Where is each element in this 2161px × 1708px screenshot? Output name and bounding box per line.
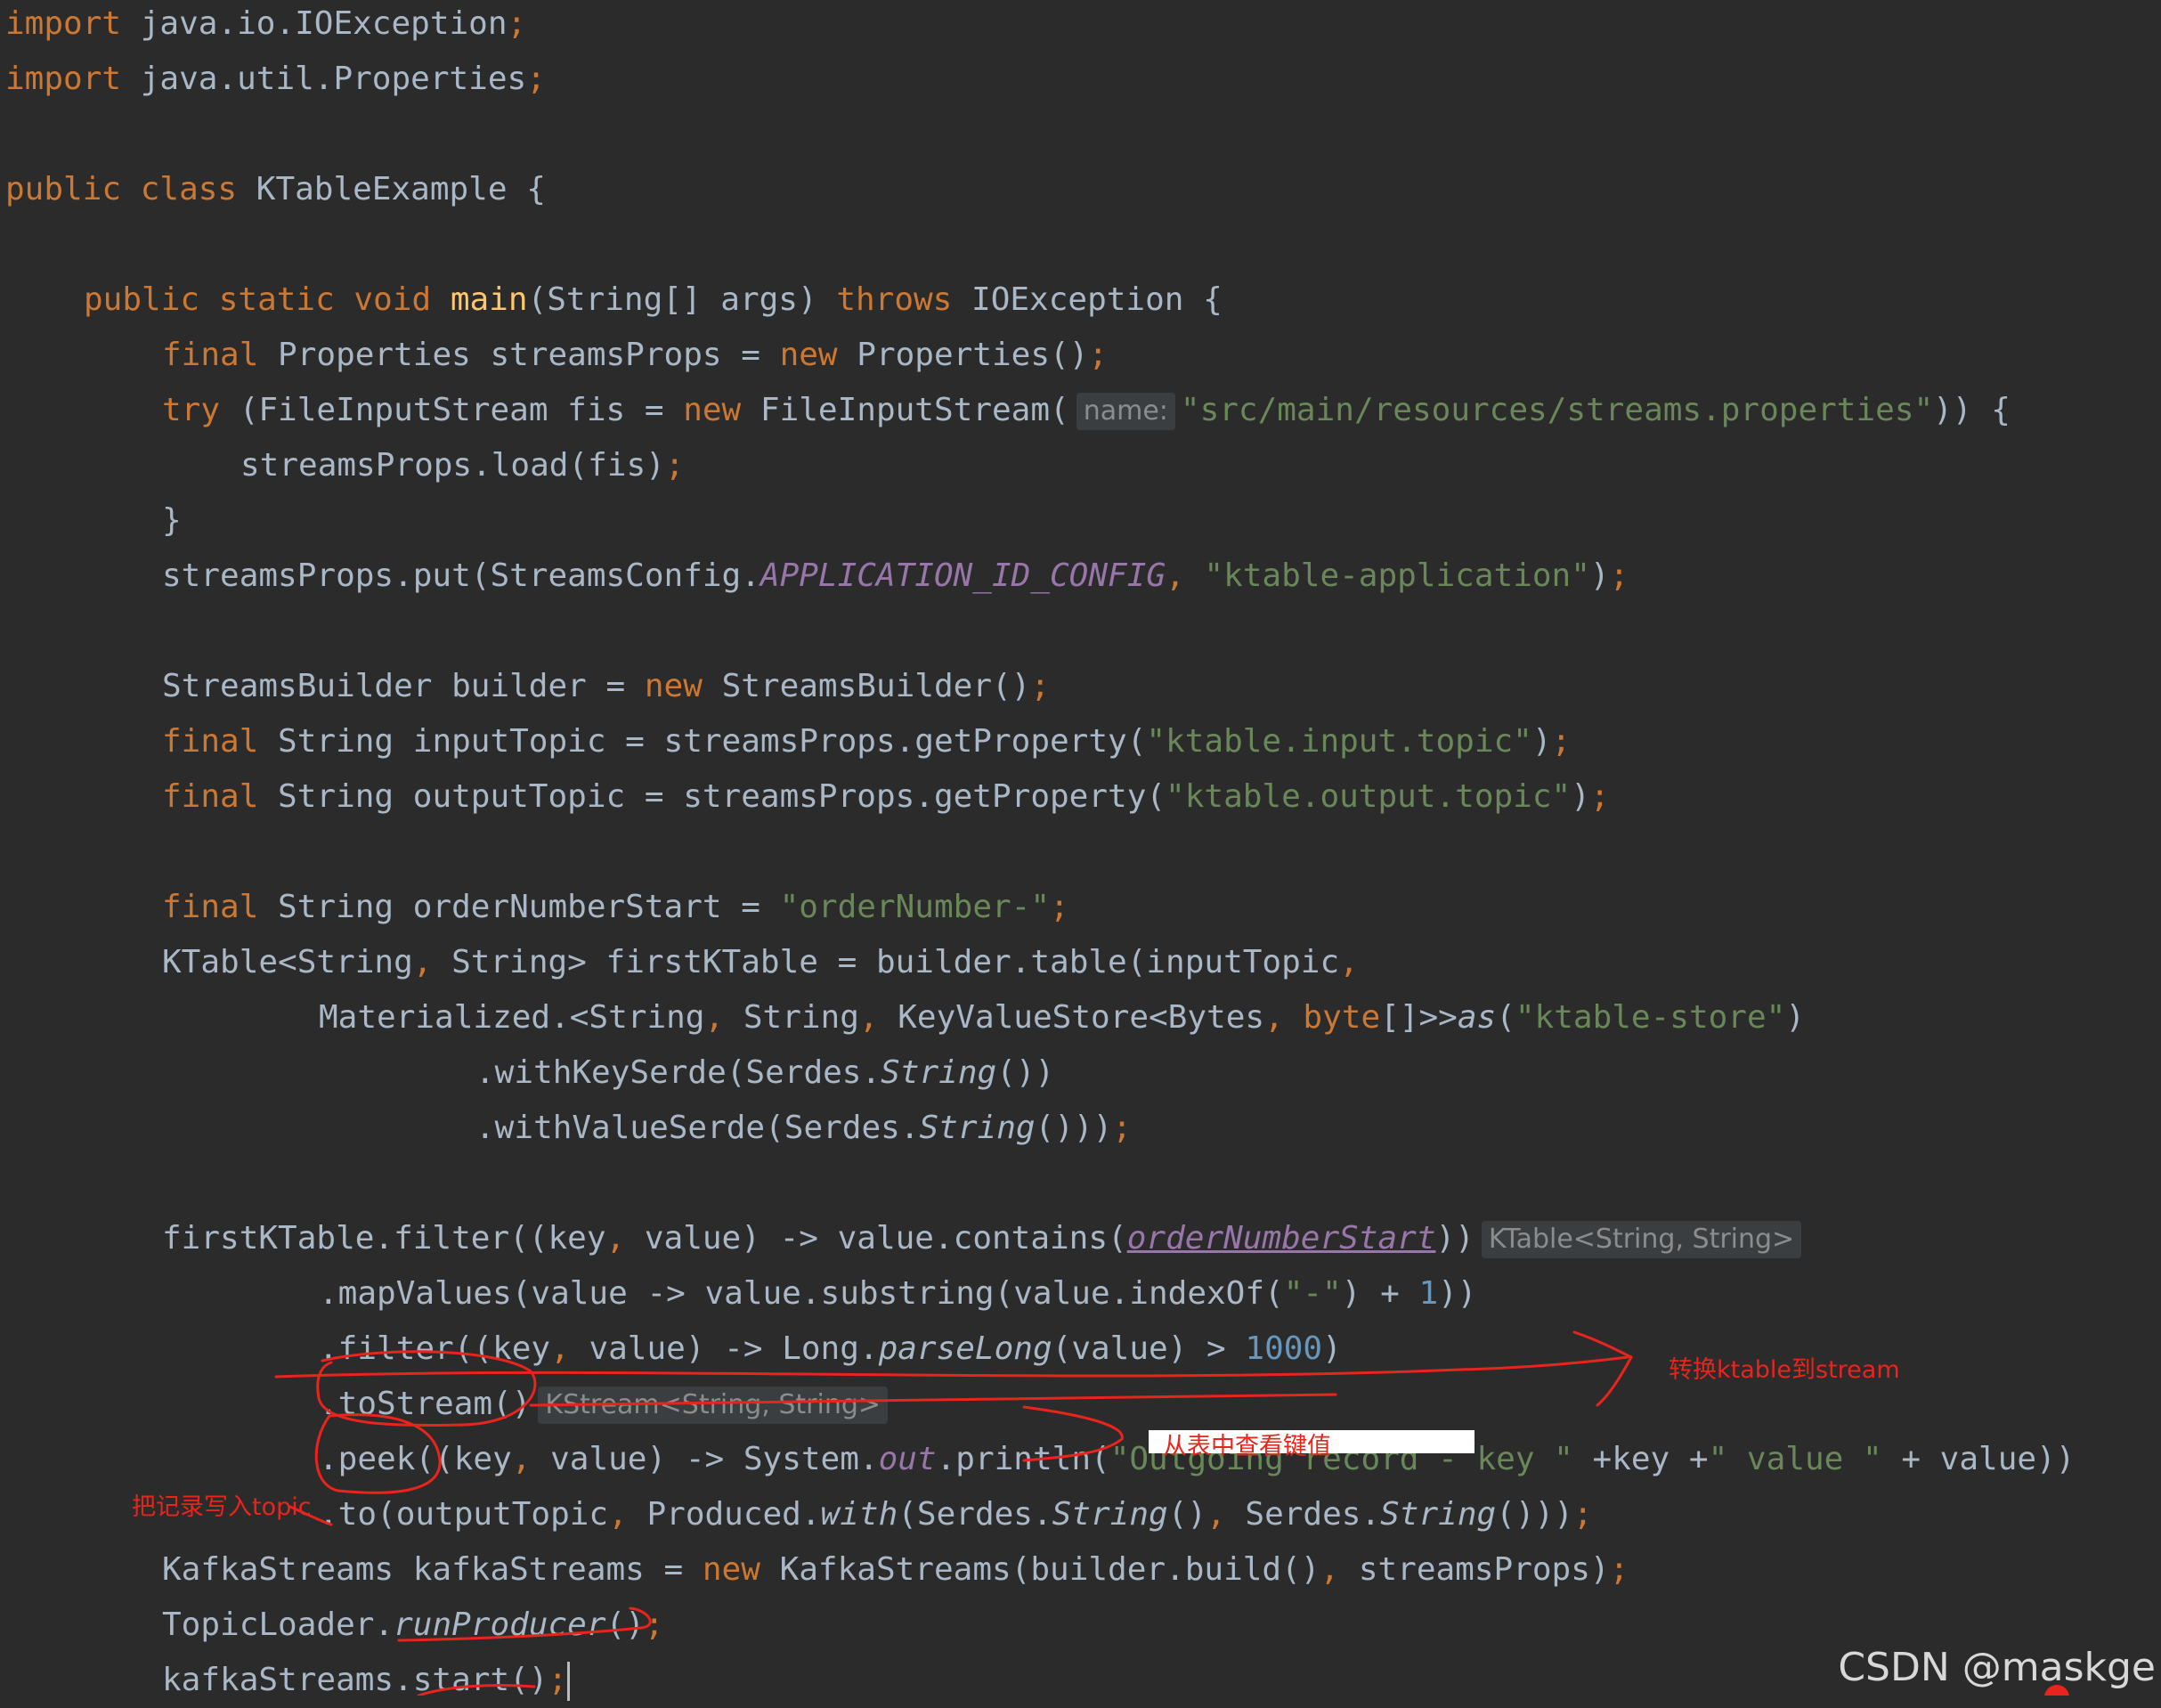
- to-stream-arrow-upper: [1572, 1330, 1633, 1359]
- annotation-to-stream: 转换ktable到stream: [1669, 1356, 1900, 1384]
- to-stream-arrow-lower: [1596, 1355, 1633, 1407]
- peek-arrow: [1022, 1405, 1124, 1462]
- start-underline: [417, 1683, 536, 1696]
- annotation-peek: 从表中查看键值: [1163, 1433, 1331, 1460]
- csdn-watermark: CSDN @maskge: [1838, 1645, 2156, 1690]
- annotation-to-topic: 把记录写入topic: [132, 1493, 312, 1521]
- to-stream-arrow-line: [274, 1355, 1629, 1379]
- to-stream-underline: [529, 1393, 1337, 1407]
- code-editor[interactable]: import java.io.IOException; import java.…: [0, 0, 2161, 1701]
- run-producer-underline: [397, 1606, 652, 1642]
- annotation-strokes: [274, 1330, 2069, 1696]
